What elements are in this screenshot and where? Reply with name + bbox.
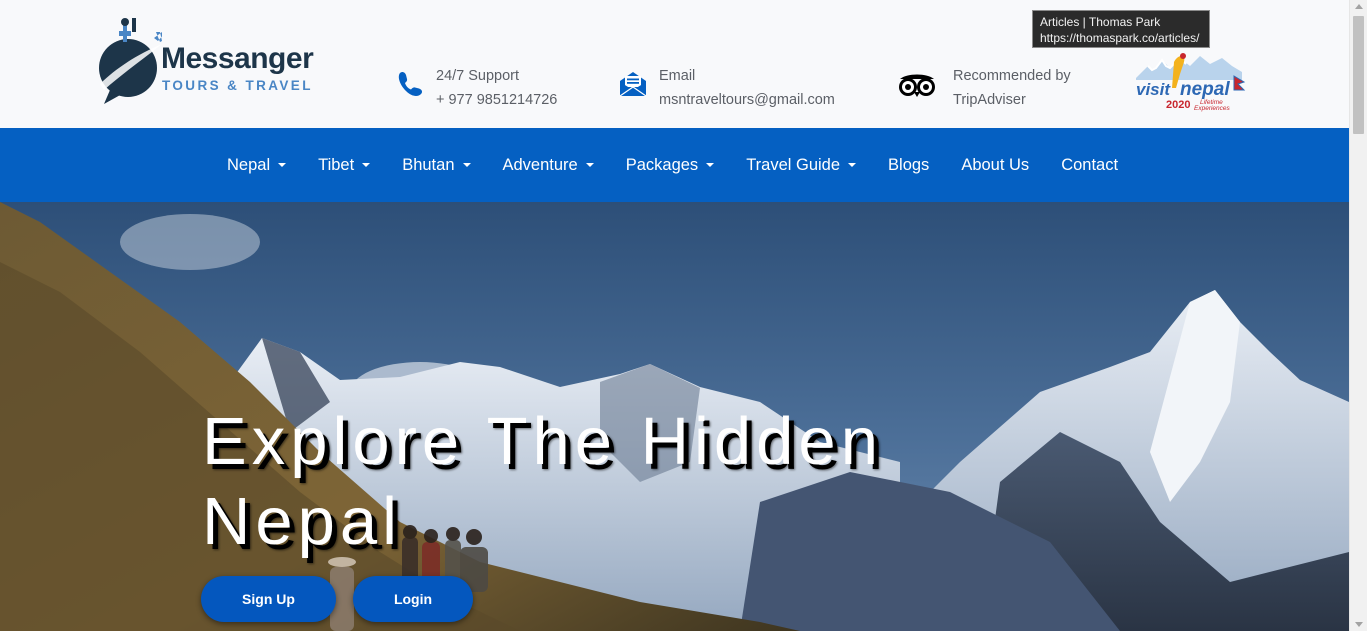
nav-item-tibet[interactable]: Tibet [302, 128, 386, 202]
tripadvisor-owl-icon[interactable] [897, 72, 937, 98]
nav-item-label: Contact [1061, 155, 1119, 174]
scroll-down-arrow-icon[interactable] [1355, 622, 1363, 627]
svg-text:nepal: nepal [1180, 79, 1230, 100]
hero-title: Explore The Hidden Nepal [202, 404, 883, 559]
nav-item-label: Blogs [888, 155, 930, 174]
email-label: Email [659, 68, 696, 84]
nav-item-label: Nepal [227, 155, 271, 174]
nav-item-nepal[interactable]: Nepal [211, 128, 302, 202]
nav-menu: Nepal Tibet Bhutan Adventure Packages Tr… [211, 128, 1134, 202]
nav-item-label: About Us [961, 155, 1030, 174]
hero-banner: Explore The Hidden Nepal Sign Up Login [0, 202, 1349, 631]
phone-icon [398, 71, 423, 96]
login-button[interactable]: Login [353, 576, 473, 622]
brand-name: Messanger [161, 42, 314, 75]
nav-item-adventure[interactable]: Adventure [487, 128, 610, 202]
site-logo[interactable]: Messanger TOURS & TRAVEL [98, 14, 328, 106]
nav-item-label: Packages [625, 155, 699, 174]
caret-down-icon [585, 163, 594, 167]
visit-nepal-2020-logo[interactable]: visit nepal 2020 Lifetime Experiences [1134, 52, 1246, 112]
tooltip-url: https://thomaspark.co/articles/ [1040, 31, 1200, 45]
nav-item-contact[interactable]: Contact [1045, 128, 1134, 202]
svg-text:Experiences: Experiences [1194, 105, 1231, 112]
main-navbar: Nepal Tibet Bhutan Adventure Packages Tr… [0, 128, 1349, 202]
nav-item-travel-guide[interactable]: Travel Guide [730, 128, 872, 202]
nav-item-label: Tibet [318, 155, 355, 174]
caret-down-icon [706, 163, 715, 167]
envelope-icon [619, 72, 647, 97]
tripadvisor-name[interactable]: TripAdviser [953, 88, 1071, 112]
support-label: 24/7 Support [436, 68, 520, 84]
logo-emblem-icon [99, 18, 162, 104]
nav-item-blogs[interactable]: Blogs [872, 128, 945, 202]
nav-item-label: Travel Guide [746, 155, 841, 174]
tripadvisor-label: Recommended by [953, 68, 1071, 84]
scroll-up-arrow-icon[interactable] [1355, 4, 1363, 9]
support-phone-number[interactable]: + 977 9851214726 [436, 88, 557, 112]
brand-tagline: TOURS & TRAVEL [162, 78, 313, 93]
site-header: Messanger TOURS & TRAVEL 24/7 Support + … [0, 0, 1349, 128]
email-address[interactable]: msntraveltours@gmail.com [659, 88, 835, 112]
svg-text:2020: 2020 [1166, 99, 1190, 111]
sign-up-button[interactable]: Sign Up [201, 576, 336, 622]
nav-item-label: Adventure [502, 155, 578, 174]
link-tooltip: Articles | Thomas Park https://thomaspar… [1032, 10, 1210, 48]
nav-item-packages[interactable]: Packages [610, 128, 730, 202]
caret-down-icon [848, 163, 857, 167]
nav-item-about-us[interactable]: About Us [945, 128, 1045, 202]
svg-text:visit: visit [1136, 80, 1171, 99]
caret-down-icon [362, 163, 371, 167]
nav-item-bhutan[interactable]: Bhutan [386, 128, 486, 202]
tooltip-title: Articles | Thomas Park [1040, 15, 1161, 29]
nav-item-label: Bhutan [402, 155, 455, 174]
caret-down-icon [462, 163, 471, 167]
scrollbar-thumb[interactable] [1353, 16, 1364, 134]
page-scrollbar[interactable] [1349, 0, 1367, 631]
caret-down-icon [278, 163, 287, 167]
